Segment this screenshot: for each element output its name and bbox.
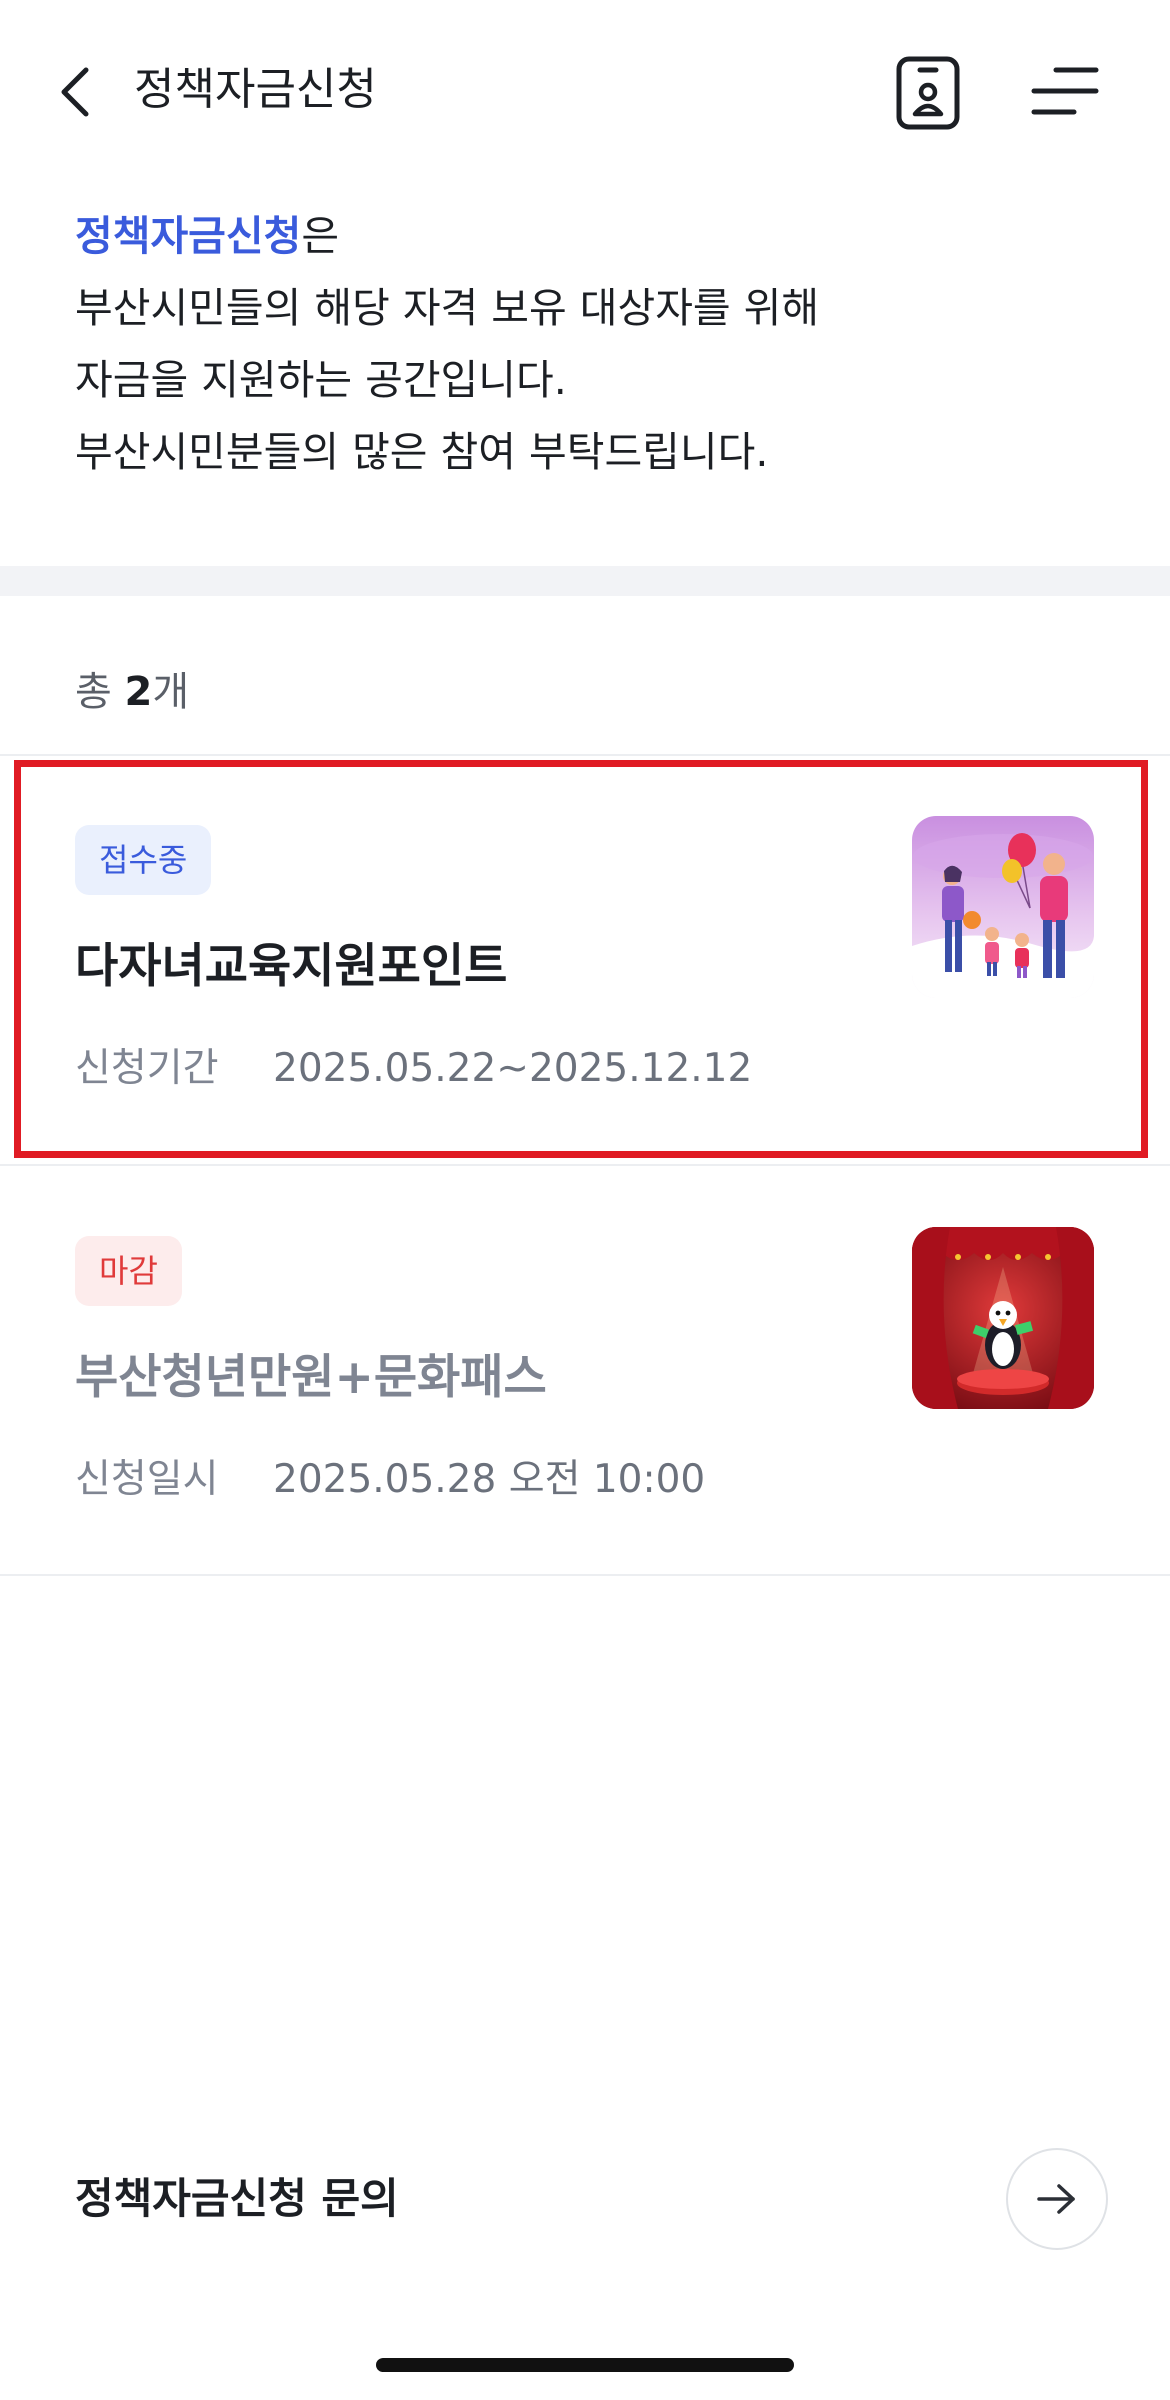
page-title: 정책자금신청 <box>134 64 377 115</box>
section-divider <box>0 566 1170 596</box>
intro-text: 정책자금신청은 부산시민들의 해당 자격 보유 대상자를 위해 자금을 지원하는… <box>75 200 1095 488</box>
hamburger-menu-icon <box>1031 67 1099 115</box>
intro-accent-suffix: 은 <box>301 212 340 260</box>
item-meta-value: 2025.05.28 오전 10:00 <box>273 1457 706 1502</box>
item-thumbnail <box>912 1227 1094 1409</box>
intro-line-4: 부산시민분들의 많은 참여 부탁드립니다. <box>75 428 769 476</box>
list-separator <box>0 1164 1170 1166</box>
id-card-button[interactable] <box>896 56 960 130</box>
selection-highlight <box>14 760 1148 1158</box>
total-count: 총 2개 <box>75 660 189 724</box>
stage-mascot-illustration-icon <box>912 1227 1094 1409</box>
menu-button[interactable] <box>1030 62 1100 120</box>
count-suffix: 개 <box>152 669 190 715</box>
count-number: 2 <box>124 669 153 715</box>
intro-line-2: 부산시민들의 해당 자격 보유 대상자를 위해 <box>75 284 820 332</box>
app-screen: 정책자금신청 정책자금신청은 부산시민들의 해당 자격 보유 대상자를 위해 자… <box>0 0 1170 2400</box>
top-bar: 정책자금신청 <box>0 0 1170 185</box>
count-prefix: 총 <box>75 669 112 715</box>
list-separator <box>0 1574 1170 1576</box>
id-card-icon <box>896 56 960 130</box>
status-badge: 마감 <box>75 1236 182 1306</box>
item-meta-label: 신청일시 <box>75 1457 219 1502</box>
home-indicator[interactable] <box>376 2358 794 2372</box>
intro-line-3: 자금을 지원하는 공간입니다. <box>75 356 567 404</box>
intro-line-1: 정책자금신청은 <box>75 200 1095 272</box>
inquiry-button[interactable] <box>1006 2148 1108 2250</box>
list-item[interactable]: 마감 부산청년만원+문화패스 신청일시 2025.05.28 오전 10:00 <box>0 1168 1170 1570</box>
list-separator <box>0 754 1170 756</box>
arrow-right-icon <box>1037 2184 1075 2214</box>
item-title: 부산청년만원+문화패스 <box>75 1350 547 1405</box>
back-button[interactable] <box>52 62 102 122</box>
chevron-left-icon <box>61 67 89 117</box>
intro-accent: 정책자금신청 <box>75 212 302 260</box>
inquiry-label: 정책자금신청 문의 <box>75 2174 399 2223</box>
